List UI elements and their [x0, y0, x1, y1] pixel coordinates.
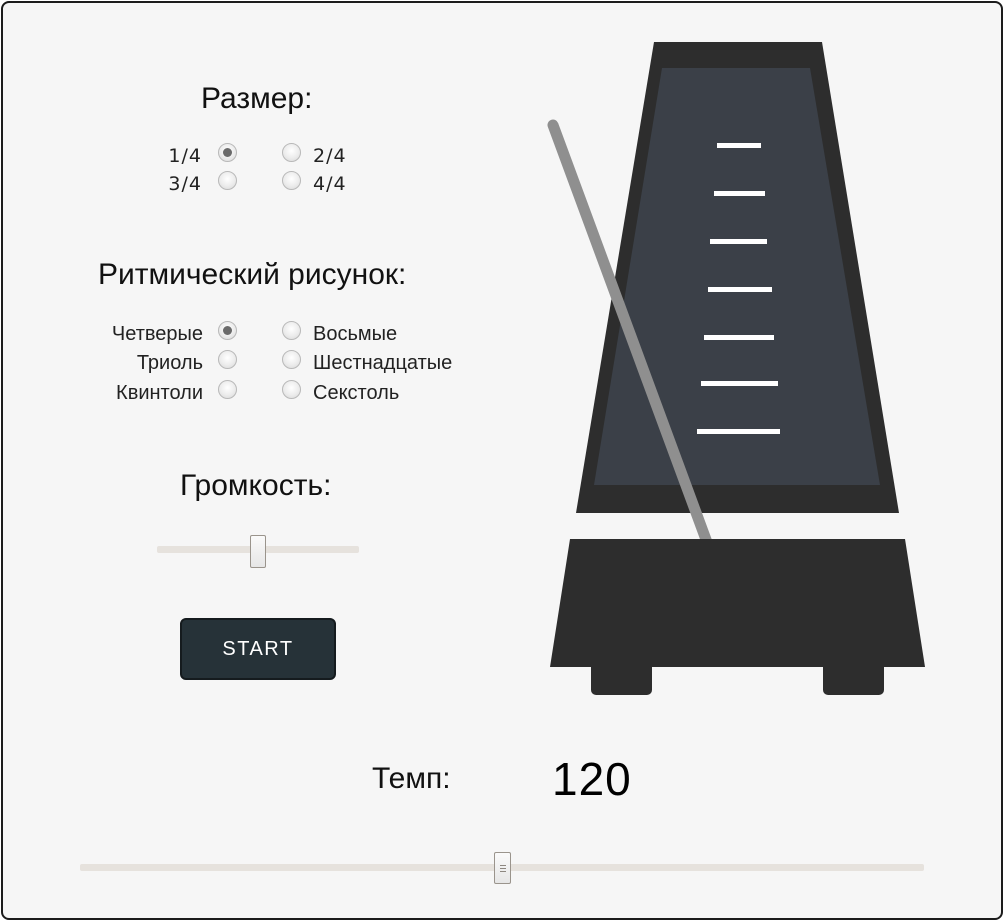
tempo-slider-thumb[interactable]	[493, 852, 511, 884]
scale-mark	[704, 335, 774, 340]
scale-mark	[717, 143, 761, 148]
metronome-illustration	[547, 42, 925, 695]
metronome-face	[594, 68, 880, 485]
thumb-grip-line	[499, 871, 506, 872]
metronome-base	[550, 539, 925, 667]
scale-mark	[701, 381, 778, 386]
scale-mark	[697, 429, 780, 434]
scale-mark	[714, 191, 765, 196]
thumb-grip-line	[499, 865, 506, 866]
thumb-grip-line	[499, 868, 506, 869]
scale-mark	[710, 239, 767, 244]
tempo-label: Темп:	[372, 762, 451, 795]
tempo-value: 120	[552, 753, 632, 805]
scale-mark	[708, 287, 772, 292]
